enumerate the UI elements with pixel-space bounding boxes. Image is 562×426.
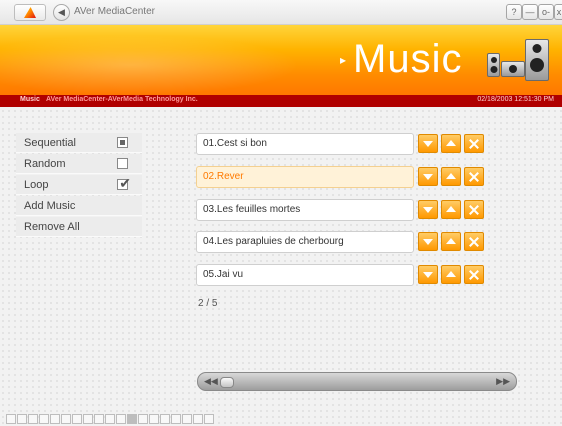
status-segment <box>182 414 192 424</box>
help-button[interactable]: ? <box>506 4 522 20</box>
menu-item-sequential[interactable]: Sequential <box>16 133 142 153</box>
move-down-button[interactable] <box>418 265 438 284</box>
section-banner: ▸ Music <box>0 25 562 95</box>
horizontal-scrollbar[interactable]: ◀◀ ▶▶ <box>197 372 517 391</box>
scroll-right-icon[interactable]: ▶▶ <box>496 376 510 387</box>
move-down-button[interactable] <box>418 200 438 219</box>
menu-item-remove-all[interactable]: Remove All <box>16 217 142 237</box>
company-label: AVer MediaCenter-AVerMedia Technology In… <box>46 96 198 103</box>
menu-item-label: Loop <box>24 179 49 191</box>
info-bar: Music AVer MediaCenter-AVerMedia Technol… <box>0 95 562 107</box>
playlist-item[interactable]: 03.Les feuilles mortes <box>196 199 414 221</box>
remove-track-button[interactable] <box>464 167 484 186</box>
status-segment <box>50 414 60 424</box>
status-segment <box>149 414 159 424</box>
page-indicator: 2 / 5 <box>198 298 218 309</box>
move-down-button[interactable] <box>418 134 438 153</box>
move-down-button[interactable] <box>418 167 438 186</box>
status-segment <box>61 414 71 424</box>
move-up-button[interactable] <box>441 134 461 153</box>
track-title: 03.Les feuilles mortes <box>203 204 301 215</box>
status-segment <box>17 414 27 424</box>
aver-logo-icon <box>24 7 36 18</box>
menu-item-add-music[interactable]: Add Music <box>16 196 142 216</box>
remove-track-button[interactable] <box>464 265 484 284</box>
status-segment <box>28 414 38 424</box>
move-down-button[interactable] <box>418 232 438 251</box>
status-segment <box>160 414 170 424</box>
status-segment <box>6 414 16 424</box>
playlist-item[interactable]: 05.Jai vu <box>196 264 414 286</box>
status-bar <box>0 412 562 426</box>
window-title: AVer MediaCenter <box>74 6 155 17</box>
sequential-radio[interactable] <box>117 137 128 148</box>
status-segment <box>83 414 93 424</box>
section-label: Music <box>20 96 40 103</box>
scroll-left-icon[interactable]: ◀◀ <box>204 376 218 387</box>
status-segment <box>39 414 49 424</box>
track-title: 02.Rever <box>203 171 244 182</box>
status-segment <box>127 414 137 424</box>
menu-item-random[interactable]: Random <box>16 154 142 174</box>
move-up-button[interactable] <box>441 265 461 284</box>
remove-track-button[interactable] <box>464 134 484 153</box>
scrollbar-thumb[interactable] <box>220 377 234 388</box>
menu-item-label: Add Music <box>24 200 76 212</box>
random-checkbox[interactable] <box>117 158 128 169</box>
app-logo-button[interactable] <box>14 4 46 21</box>
remove-track-button[interactable] <box>464 200 484 219</box>
status-segment <box>116 414 126 424</box>
status-segment <box>171 414 181 424</box>
back-button[interactable]: ◀ <box>53 4 70 21</box>
menu-item-label: Random <box>24 158 66 170</box>
title-bar: ◀ AVer MediaCenter ? — o- x <box>0 0 562 25</box>
move-up-button[interactable] <box>441 200 461 219</box>
track-title: 01.Cest si bon <box>203 138 267 149</box>
banner-glow <box>0 35 300 95</box>
close-button[interactable]: x <box>554 4 562 20</box>
track-title: 05.Jai vu <box>203 269 244 280</box>
menu-item-loop[interactable]: Loop ✔ <box>16 175 142 195</box>
status-segment <box>204 414 214 424</box>
speakers-icon <box>487 39 549 87</box>
status-segment <box>193 414 203 424</box>
menu-item-label: Sequential <box>24 137 76 149</box>
section-arrow-icon: ▸ <box>340 53 347 67</box>
status-segment <box>105 414 115 424</box>
section-title: Music <box>353 37 463 81</box>
playlist-item-active[interactable]: 02.Rever <box>196 166 414 188</box>
minimize-button[interactable]: — <box>522 4 538 20</box>
status-segment <box>72 414 82 424</box>
status-segment <box>94 414 104 424</box>
checkmark-icon: ✔ <box>119 175 131 191</box>
move-up-button[interactable] <box>441 167 461 186</box>
date-time: 02/18/2003 12:51:30 PM <box>477 96 554 103</box>
maximize-button[interactable]: o- <box>538 4 554 20</box>
status-segment <box>138 414 148 424</box>
playlist-item[interactable]: 01.Cest si bon <box>196 133 414 155</box>
remove-track-button[interactable] <box>464 232 484 251</box>
move-up-button[interactable] <box>441 232 461 251</box>
menu-item-label: Remove All <box>24 221 80 233</box>
playlist-item[interactable]: 04.Les parapluies de cherbourg <box>196 231 414 253</box>
track-title: 04.Les parapluies de cherbourg <box>203 236 344 247</box>
